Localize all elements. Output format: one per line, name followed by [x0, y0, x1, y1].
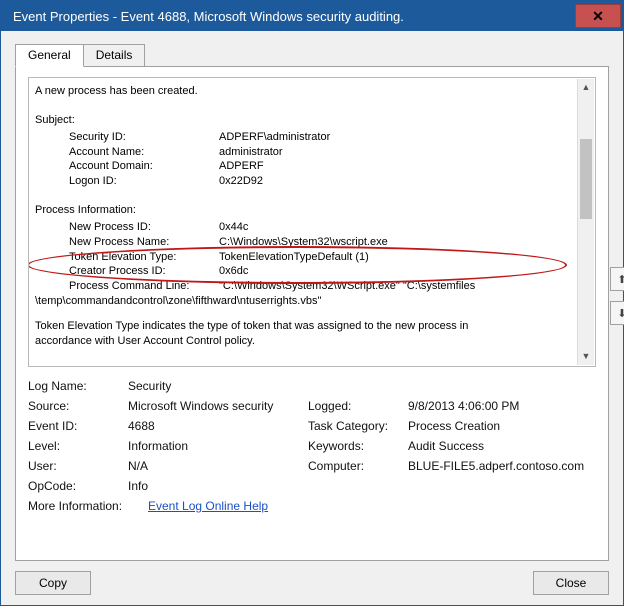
- logon-id-value: 0x22D92: [219, 174, 263, 189]
- process-command-line-value-2: \temp\commandandcontrol\zone\fifthward\n…: [35, 294, 321, 309]
- token-elevation-type-value: TokenElevationTypeDefault (1): [219, 250, 369, 265]
- creator-process-id-label: Creator Process ID:: [69, 264, 219, 279]
- window-close-button[interactable]: ✕: [575, 4, 621, 28]
- close-icon: ✕: [592, 8, 604, 25]
- account-name-value: administrator: [219, 145, 283, 160]
- close-button-label: Close: [556, 576, 587, 590]
- account-name-label: Account Name:: [69, 145, 219, 160]
- user-value: N/A: [128, 459, 308, 473]
- process-command-line-value-1: "C:\Windows\System32\WScript.exe" "C:\sy…: [219, 279, 475, 294]
- description-scrollbar[interactable]: ▲ ▼: [577, 79, 594, 365]
- keywords-value: Audit Success: [408, 439, 596, 453]
- previous-event-button[interactable]: ⬆: [610, 267, 624, 291]
- token-elevation-note-1: Token Elevation Type indicates the type …: [35, 319, 573, 334]
- event-properties-window: Event Properties - Event 4688, Microsoft…: [0, 0, 624, 606]
- logged-label: Logged:: [308, 399, 408, 413]
- event-id-label: Event ID:: [28, 419, 128, 433]
- event-log-online-help-link[interactable]: Event Log Online Help: [148, 499, 268, 513]
- footer-buttons: Copy Close: [15, 571, 609, 595]
- tab-details[interactable]: Details: [83, 44, 146, 67]
- close-button[interactable]: Close: [533, 571, 609, 595]
- process-info-heading: Process Information:: [35, 203, 573, 218]
- description-textarea[interactable]: A new process has been created. Subject:…: [28, 77, 596, 367]
- copy-button-label: Copy: [39, 576, 67, 590]
- opcode-label: OpCode:: [28, 479, 128, 493]
- logon-id-label: Logon ID:: [69, 174, 219, 189]
- tab-details-label: Details: [96, 48, 133, 62]
- security-id-label: Security ID:: [69, 130, 219, 145]
- computer-label: Computer:: [308, 459, 408, 473]
- new-process-id-value: 0x44c: [219, 220, 248, 235]
- process-command-line-label: Process Command Line:: [69, 279, 219, 294]
- window-title: Event Properties - Event 4688, Microsoft…: [1, 9, 575, 24]
- titlebar: Event Properties - Event 4688, Microsoft…: [1, 1, 623, 31]
- log-name-label: Log Name:: [28, 379, 128, 393]
- more-information-label: More Information:: [28, 499, 148, 513]
- general-panel: A new process has been created. Subject:…: [15, 66, 609, 561]
- subject-heading: Subject:: [35, 113, 573, 128]
- copy-button[interactable]: Copy: [15, 571, 91, 595]
- account-domain-value: ADPERF: [219, 159, 264, 174]
- desc-created: A new process has been created.: [35, 84, 573, 99]
- task-category-value: Process Creation: [408, 419, 596, 433]
- task-category-label: Task Category:: [308, 419, 408, 433]
- scroll-thumb[interactable]: [580, 139, 592, 219]
- arrow-down-icon: ⬇: [617, 307, 624, 320]
- tab-general-label: General: [28, 48, 71, 62]
- creator-process-id-value: 0x6dc: [219, 264, 248, 279]
- token-elevation-note-2: accordance with User Account Control pol…: [35, 334, 573, 349]
- keywords-label: Keywords:: [308, 439, 408, 453]
- log-name-value: Security: [128, 379, 308, 393]
- account-domain-label: Account Domain:: [69, 159, 219, 174]
- logged-value: 9/8/2013 4:06:00 PM: [408, 399, 596, 413]
- description-wrap: A new process has been created. Subject:…: [28, 77, 596, 367]
- level-label: Level:: [28, 439, 128, 453]
- event-id-value: 4688: [128, 419, 308, 433]
- source-label: Source:: [28, 399, 128, 413]
- event-metadata: Log Name: Security Source: Microsoft Win…: [28, 379, 596, 519]
- user-label: User:: [28, 459, 128, 473]
- next-event-button[interactable]: ⬇: [610, 301, 624, 325]
- new-process-id-label: New Process ID:: [69, 220, 219, 235]
- scroll-up-icon[interactable]: ▲: [578, 79, 594, 96]
- token-elevation-type-label: Token Elevation Type:: [69, 250, 219, 265]
- tab-strip: General Details: [15, 43, 609, 66]
- source-value: Microsoft Windows security: [128, 399, 308, 413]
- new-process-name-value: C:\Windows\System32\wscript.exe: [219, 235, 388, 250]
- client-area: General Details A new process has been c…: [1, 31, 623, 605]
- scroll-down-icon[interactable]: ▼: [578, 348, 594, 365]
- tab-general[interactable]: General: [15, 44, 84, 67]
- level-value: Information: [128, 439, 308, 453]
- new-process-name-label: New Process Name:: [69, 235, 219, 250]
- computer-value: BLUE-FILE5.adperf.contoso.com: [408, 459, 596, 473]
- arrow-up-icon: ⬆: [617, 273, 624, 286]
- opcode-value: Info: [128, 479, 308, 493]
- nav-buttons: ⬆ ⬇: [610, 267, 624, 325]
- security-id-value: ADPERF\administrator: [219, 130, 330, 145]
